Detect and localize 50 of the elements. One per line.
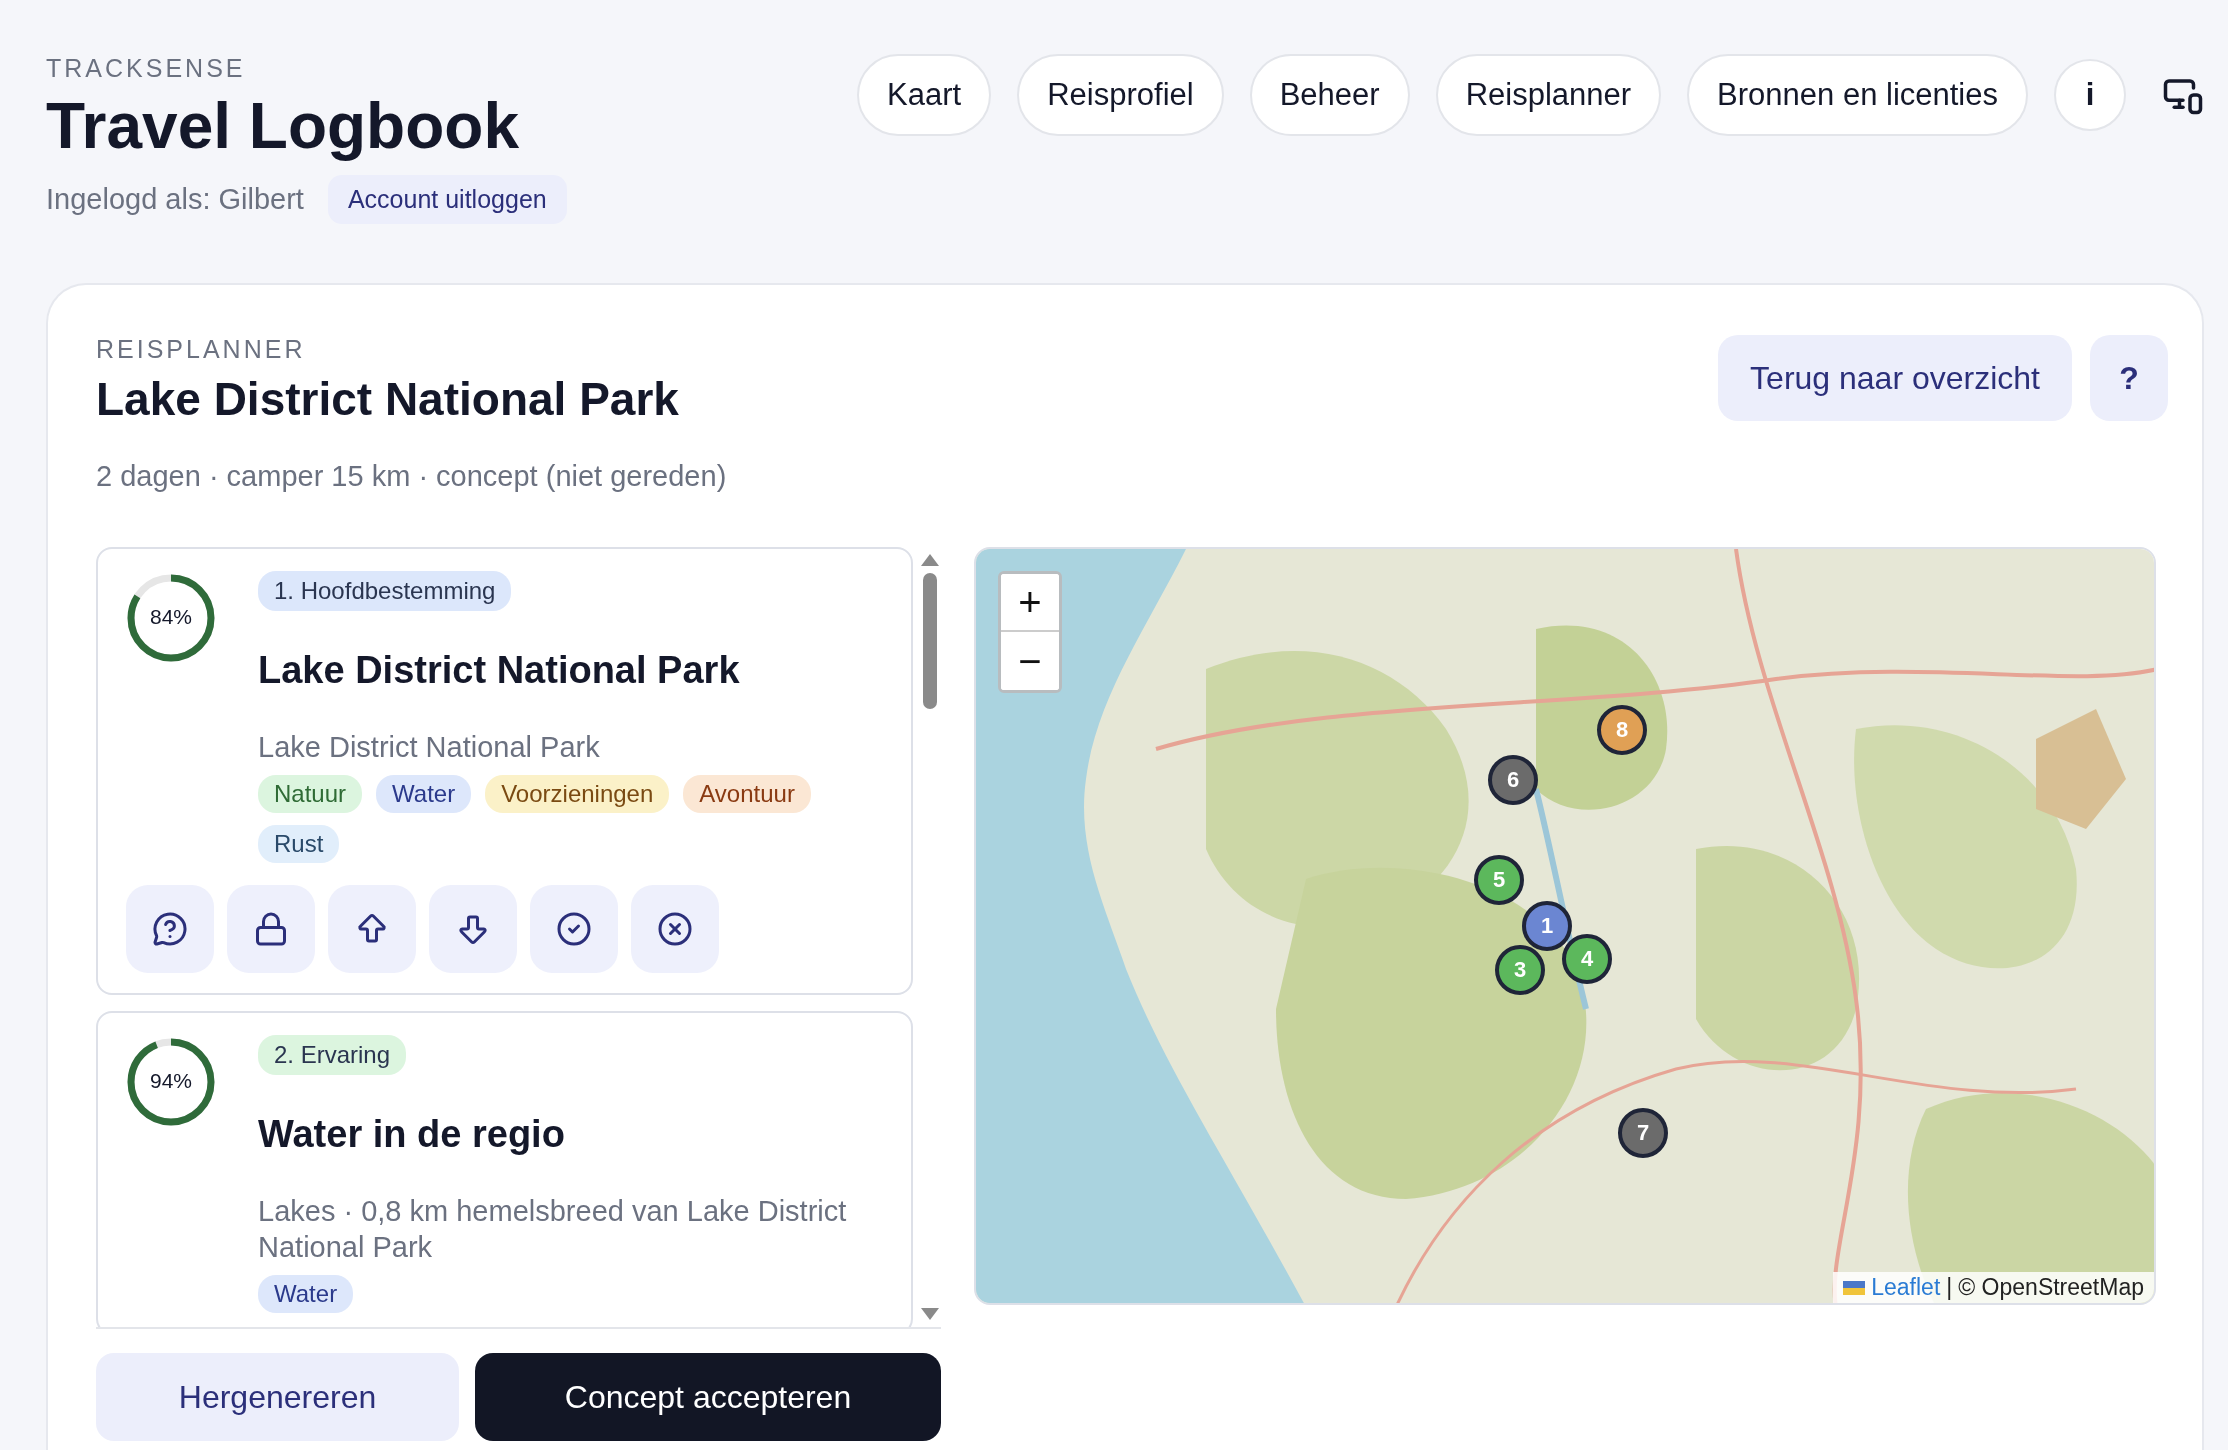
- attribution-separator: |: [1946, 1274, 1953, 1301]
- arrow-up-button[interactable]: [328, 885, 416, 974]
- arrow-down-button[interactable]: [429, 885, 517, 974]
- back-button[interactable]: Terug naar overzicht: [1718, 335, 2072, 421]
- app-title: Travel Logbook: [46, 89, 520, 163]
- tag: Avontuur: [683, 775, 811, 814]
- stop-badge: 1. Hoofdbestemming: [258, 571, 512, 611]
- stop-title: Lake District National Park: [258, 649, 740, 692]
- trip-meta: 2 dagen · camper 15 km · concept (niet gereden): [96, 460, 727, 493]
- flag-icon: [1843, 1280, 1866, 1295]
- stop-subtitle: Lake District National Park: [258, 730, 600, 765]
- tag: Voorzieningen: [485, 775, 670, 814]
- attribution-text: © OpenStreetMap: [1958, 1274, 2144, 1301]
- section-label: REISPLANNER: [96, 335, 307, 364]
- tag: Water: [258, 1275, 354, 1314]
- nav-button[interactable]: Reisplanner: [1435, 54, 1662, 136]
- lock-button[interactable]: [227, 885, 315, 974]
- stop-badge: 2. Ervaring: [258, 1035, 407, 1076]
- nav-button[interactable]: Bronnen en licenties: [1687, 54, 2028, 136]
- check-circle-icon: [556, 911, 592, 948]
- question-icon: [152, 911, 188, 948]
- close-circle-button[interactable]: [631, 885, 719, 974]
- planner-title: Lake District National Park: [96, 372, 680, 426]
- regenerate-button[interactable]: Hergenereren: [96, 1353, 459, 1441]
- tag: Natuur: [258, 775, 363, 814]
- scroll-up-icon[interactable]: [920, 553, 940, 567]
- stop-subtitle: Lakes · 0,8 km hemelsbreed van Lake District National Park: [258, 1194, 848, 1265]
- brand-name: TRACKSENSE: [46, 54, 247, 83]
- tag: Rust: [258, 825, 340, 864]
- zoom-in-button[interactable]: +: [1001, 574, 1059, 632]
- nav-button[interactable]: Kaart: [857, 54, 992, 136]
- tag: Water: [376, 775, 472, 814]
- accept-button[interactable]: Concept accepteren: [475, 1353, 941, 1441]
- scrollbar-thumb[interactable]: [923, 573, 937, 709]
- stop-title: Water in de regio: [258, 1113, 565, 1157]
- question-button[interactable]: [126, 885, 214, 974]
- info-button[interactable]: i: [2054, 59, 2126, 131]
- scroll-down-icon[interactable]: [920, 1307, 940, 1321]
- help-button[interactable]: ?: [2090, 335, 2168, 421]
- logout-button[interactable]: Account uitloggen: [327, 175, 567, 224]
- score-text: 84%: [149, 605, 193, 629]
- nav-button[interactable]: Reisprofiel: [1017, 54, 1224, 136]
- nav-button[interactable]: Beheer: [1249, 54, 1410, 136]
- lock-icon: [253, 911, 289, 948]
- map[interactable]: 8 6 5 1 3 4 7 + − Leaflet | © OpenStreetMap: [974, 547, 2156, 1305]
- score-text: 94%: [149, 1069, 193, 1094]
- check-circle-button[interactable]: [530, 885, 618, 974]
- leaflet-link[interactable]: Leaflet: [1843, 1274, 1941, 1301]
- close-circle-icon: [657, 911, 693, 948]
- logged-in-label: Ingelogd als: Gilbert: [46, 183, 304, 216]
